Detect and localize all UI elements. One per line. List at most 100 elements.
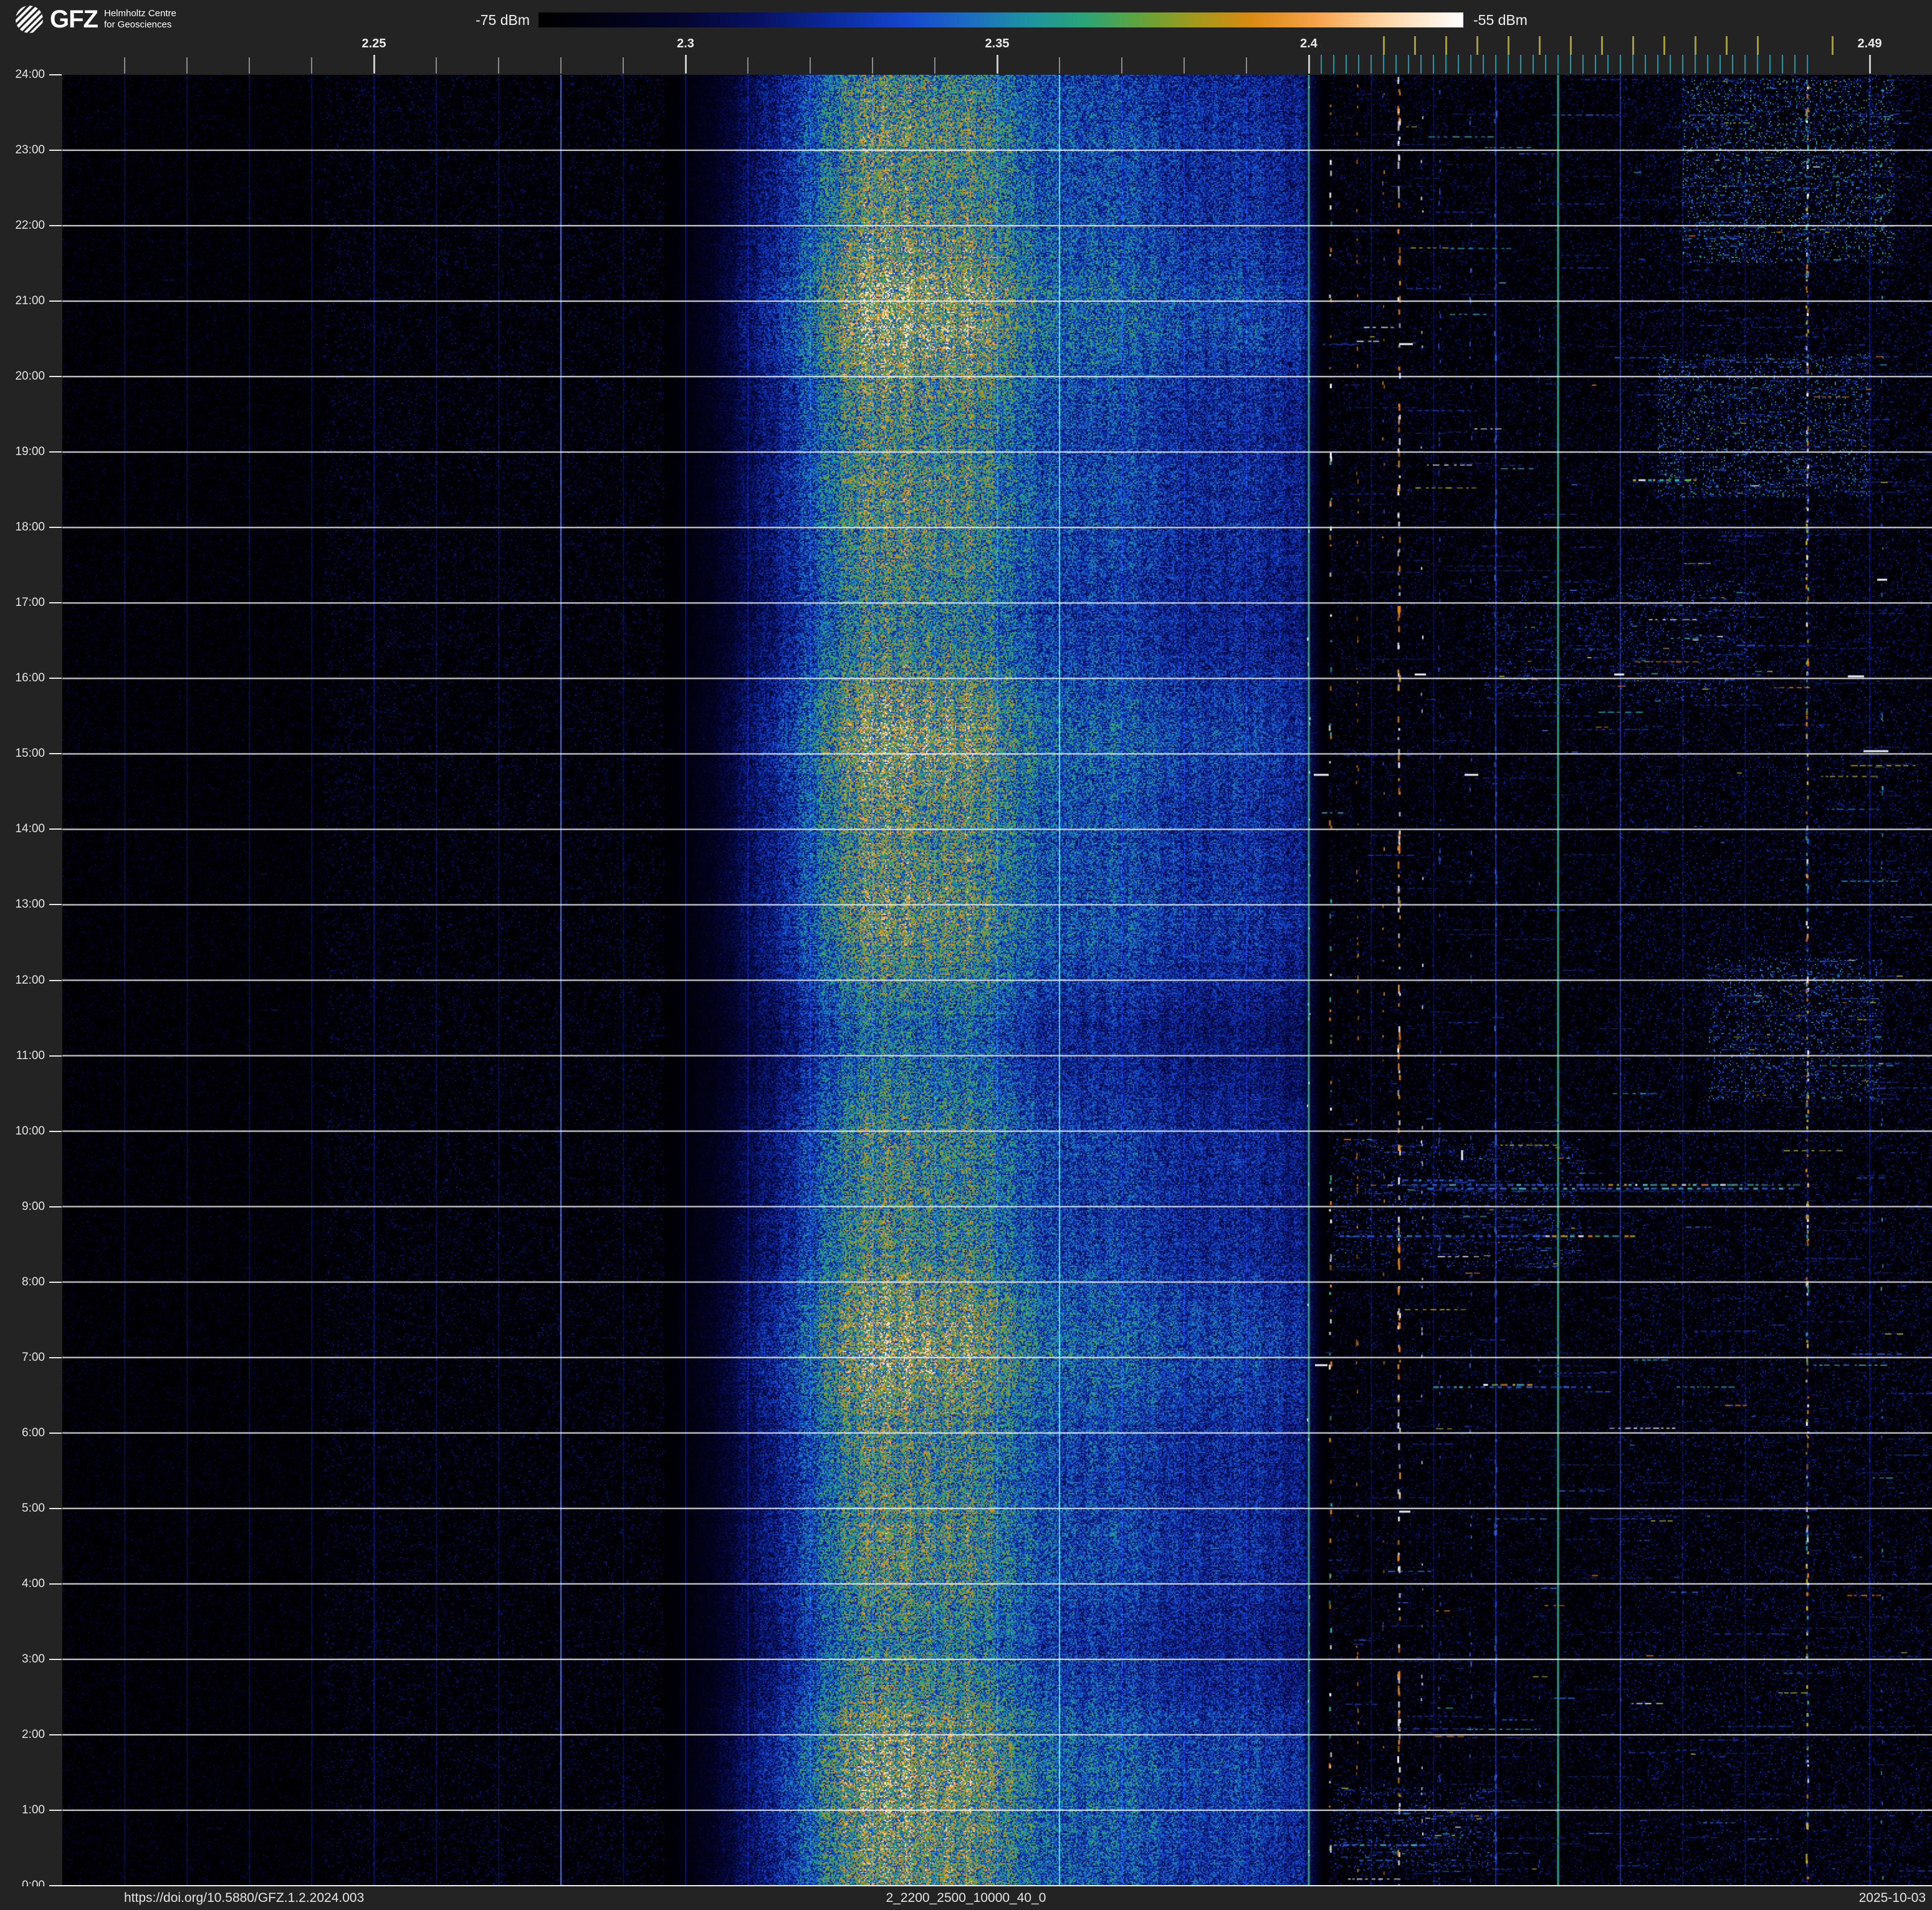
freq-minor-tick	[810, 57, 811, 74]
wifi-channel-tick	[1476, 36, 1478, 55]
wifi-channel-tick	[1538, 36, 1541, 55]
time-label-1:00: 1:00	[22, 1803, 45, 1816]
time-tick	[49, 1734, 62, 1735]
ble-channel-tick	[1782, 55, 1783, 74]
ble-channel-tick	[1420, 55, 1422, 74]
ble-channel-tick	[1470, 55, 1471, 74]
time-tick	[49, 678, 62, 679]
time-tick	[49, 1507, 62, 1509]
spectrogram-canvas	[62, 75, 1932, 1886]
ble-channel-tick	[1495, 55, 1496, 74]
time-tick	[49, 1130, 62, 1132]
wifi-channel-tick	[1445, 36, 1447, 55]
spectrogram-report: GFZ Helmholtz Centre for Geosciences -75…	[0, 0, 1932, 1910]
ble-channel-tick	[1794, 55, 1796, 74]
time-label-10:00: 10:00	[15, 1124, 45, 1138]
freq-minor-tick	[186, 57, 188, 74]
time-label-23:00: 23:00	[15, 143, 45, 157]
ble-channel-tick	[1670, 55, 1671, 74]
ble-channel-tick	[1321, 55, 1322, 74]
ble-channel-tick	[1757, 55, 1758, 74]
freq-minor-tick	[1246, 57, 1247, 74]
freq-minor-tick	[436, 57, 437, 74]
ble-channel-tick	[1358, 55, 1359, 74]
time-tick	[49, 376, 62, 378]
time-label-14:00: 14:00	[15, 822, 45, 836]
time-tick	[49, 451, 62, 453]
time-tick	[49, 1281, 62, 1283]
ble-channel-tick	[1719, 55, 1721, 74]
time-label-21:00: 21:00	[15, 294, 45, 308]
freq-minor-tick	[1184, 57, 1185, 74]
wifi-channel-tick	[1694, 36, 1696, 55]
time-label-19:00: 19:00	[15, 445, 45, 459]
time-label-11:00: 11:00	[16, 1049, 45, 1062]
freq-label-2.3: 2.3	[677, 37, 694, 50]
time-tick	[49, 1658, 62, 1660]
time-label-8:00: 8:00	[22, 1275, 45, 1289]
ble-channel-tick	[1620, 55, 1621, 74]
time-tick	[49, 527, 62, 529]
ble-channel-tick	[1744, 55, 1746, 74]
wifi-channel-tick	[1632, 36, 1634, 55]
time-tick	[49, 602, 62, 604]
freq-major-tick	[1868, 55, 1871, 74]
time-label-16:00: 16:00	[15, 671, 45, 685]
time-tick	[49, 1356, 62, 1358]
ble-channel-tick	[1483, 55, 1484, 74]
wifi-channel-tick	[1413, 36, 1416, 55]
time-label-12:00: 12:00	[15, 973, 45, 987]
time-tick	[49, 150, 62, 151]
time-tick	[49, 828, 62, 830]
time-tick	[49, 753, 62, 755]
ble-channel-tick	[1533, 55, 1534, 74]
ble-channel-tick	[1333, 55, 1334, 74]
freq-major-tick	[684, 55, 687, 74]
time-label-18:00: 18:00	[15, 521, 45, 534]
ble-channel-tick	[1370, 55, 1372, 74]
ble-channel-tick	[1807, 55, 1808, 74]
time-tick	[49, 1809, 62, 1811]
ble-channel-tick	[1508, 55, 1509, 74]
wifi-channel-tick	[1831, 36, 1834, 55]
ble-channel-tick	[1557, 55, 1559, 74]
wifi-channel-tick	[1600, 36, 1603, 55]
ble-channel-tick	[1520, 55, 1521, 74]
freq-minor-tick	[934, 57, 935, 74]
freq-label-2.25: 2.25	[361, 37, 386, 50]
wifi-channel-tick	[1382, 36, 1385, 55]
freq-minor-tick	[1121, 57, 1122, 74]
freq-label-2.35: 2.35	[985, 37, 1010, 50]
time-tick	[49, 1432, 62, 1434]
ble-channel-tick	[1607, 55, 1609, 74]
time-tick	[49, 904, 62, 906]
time-label-13:00: 13:00	[15, 898, 45, 911]
wifi-channel-tick	[1507, 36, 1509, 55]
time-tick	[49, 74, 62, 75]
ble-channel-tick	[1682, 55, 1683, 74]
time-label-22:00: 22:00	[15, 219, 45, 233]
ble-channel-tick	[1445, 55, 1447, 74]
footer: https://doi.org/10.5880/GFZ.1.2.2024.003…	[0, 1886, 1932, 1910]
freq-major-tick	[996, 55, 998, 74]
freq-minor-tick	[1059, 57, 1060, 74]
ble-channel-tick	[1545, 55, 1546, 74]
freq-minor-tick	[623, 57, 624, 74]
frequency-axis: 2.25 2.3 2.35 2.4 2.49	[0, 0, 1932, 75]
ble-channel-tick	[1595, 55, 1596, 74]
time-tick	[49, 225, 62, 227]
ble-channel-tick	[1732, 55, 1733, 74]
footer-title: 2_2200_2500_10000_40_0	[886, 1891, 1046, 1905]
time-tick	[49, 1206, 62, 1207]
freq-minor-tick	[747, 57, 748, 74]
wifi-channel-tick	[1663, 36, 1665, 55]
footer-date: 2025-10-03	[1858, 1891, 1926, 1905]
ble-channel-tick	[1383, 55, 1384, 74]
ble-channel-tick	[1632, 55, 1633, 74]
ble-channel-tick	[1769, 55, 1771, 74]
time-label-6:00: 6:00	[22, 1426, 45, 1439]
time-tick	[49, 1055, 62, 1057]
freq-label-2.4: 2.4	[1300, 37, 1317, 50]
ble-channel-tick	[1346, 55, 1347, 74]
ble-channel-tick	[1458, 55, 1459, 74]
